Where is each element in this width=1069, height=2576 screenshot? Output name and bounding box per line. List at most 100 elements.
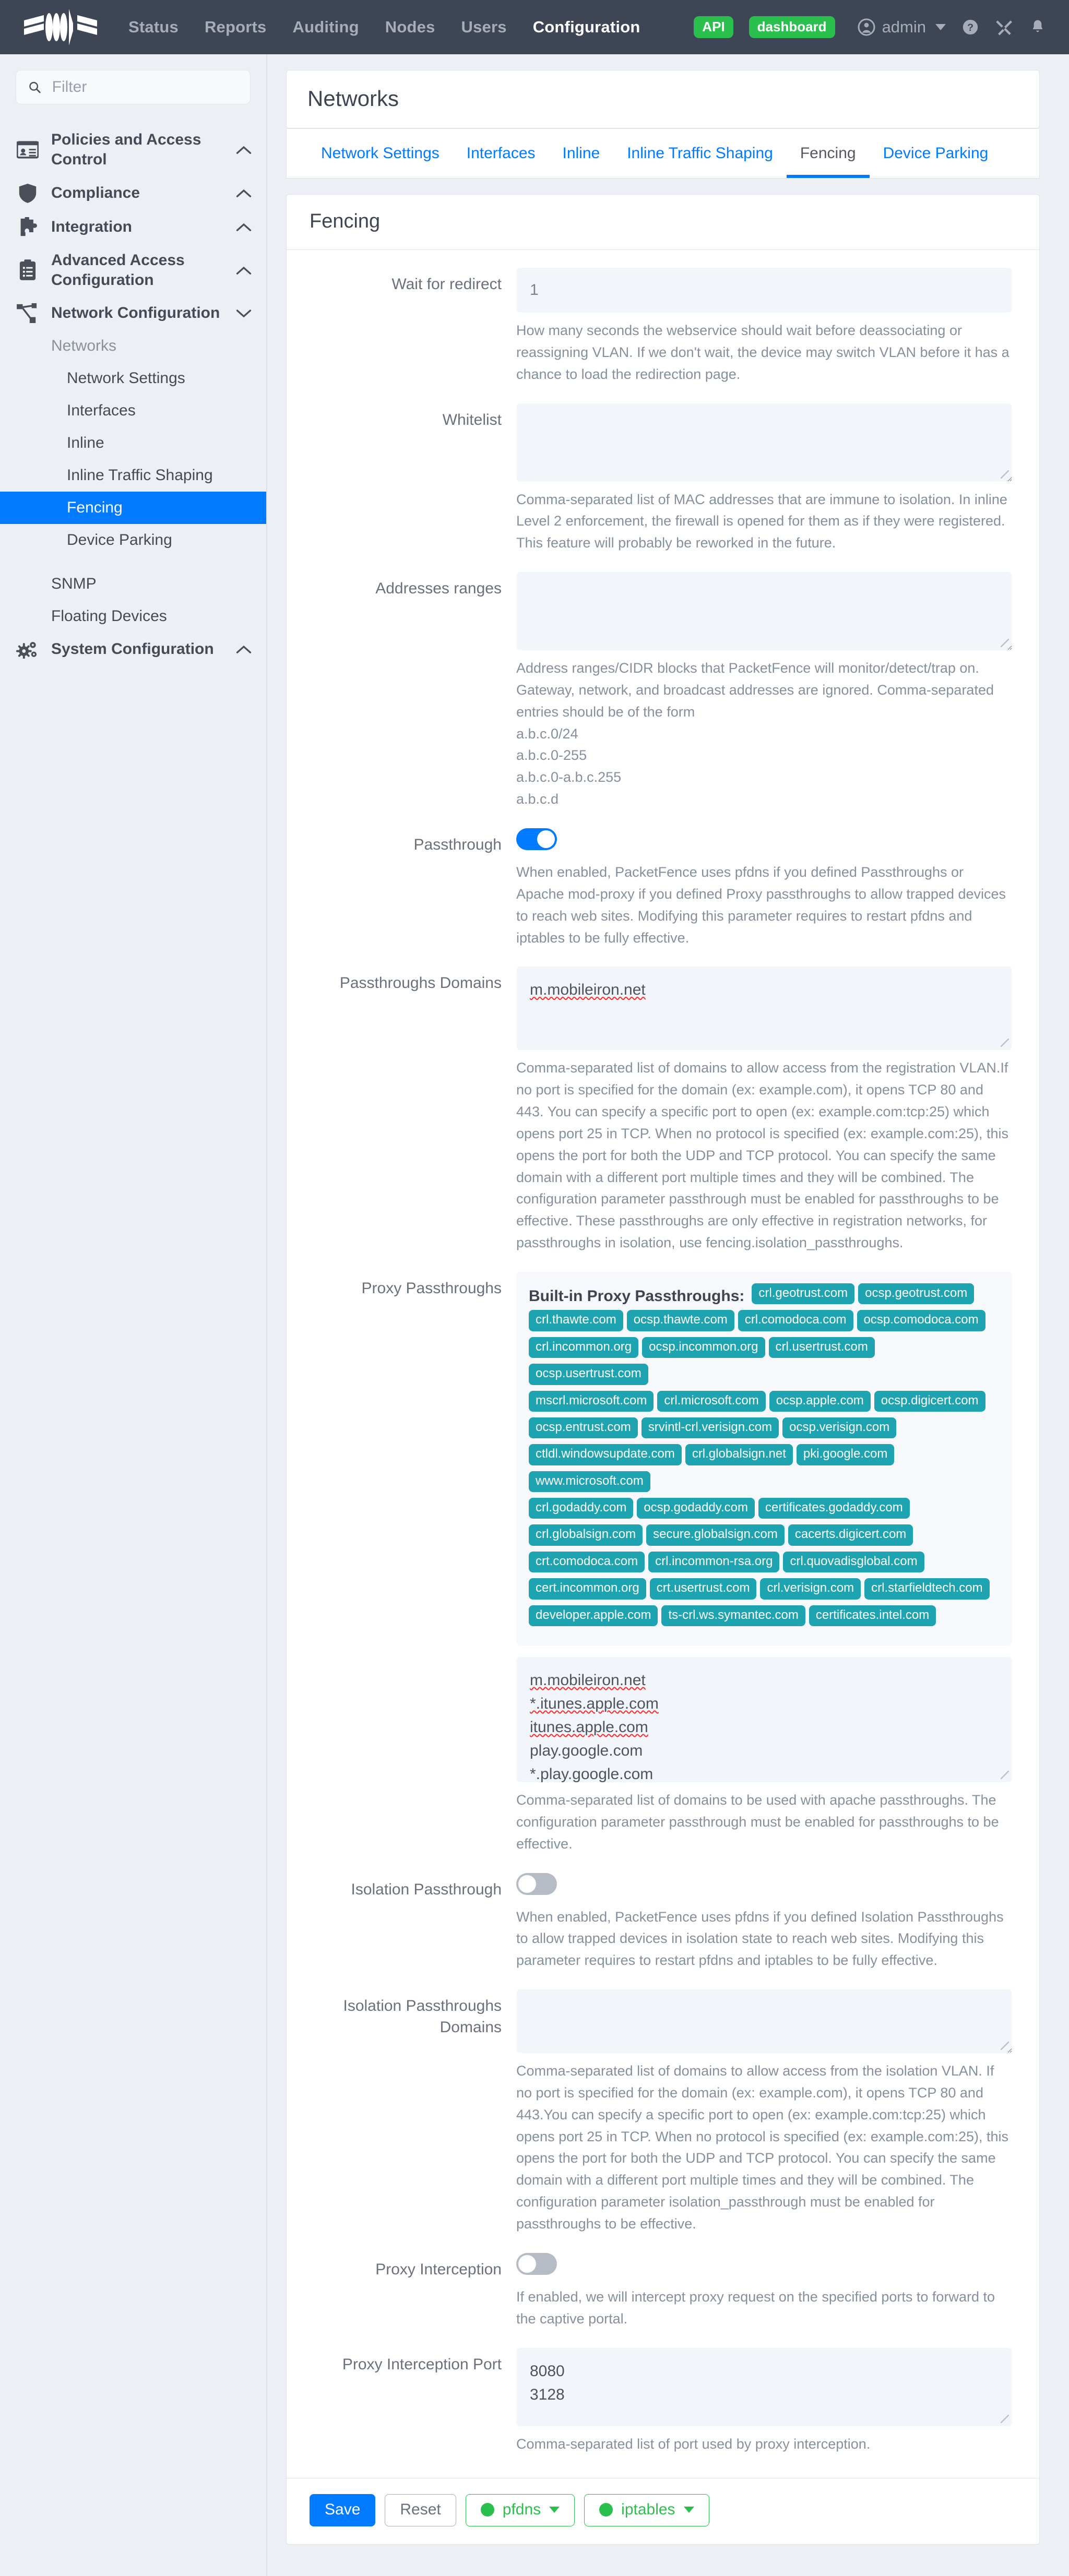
sidebar-group-network-configuration[interactable]: Network Configuration: [0, 296, 266, 330]
sidebar-item-inline[interactable]: Inline: [0, 427, 266, 459]
tools-icon[interactable]: [995, 18, 1014, 37]
service-button-pfdns[interactable]: pfdns: [465, 2494, 575, 2527]
user-circle-icon: [858, 18, 875, 36]
passthrough-badge: crl.microsoft.com: [657, 1390, 766, 1412]
nav-link-nodes[interactable]: Nodes: [385, 18, 435, 37]
field-help: When enabled, PacketFence uses pfdns if …: [516, 1909, 1004, 1969]
chevron-up-icon: [235, 145, 253, 154]
passthrough-badge: ocsp.godaddy.com: [637, 1498, 755, 1519]
sidebar-item-fencing[interactable]: Fencing: [0, 492, 266, 524]
tab-interfaces[interactable]: Interfaces: [453, 129, 549, 178]
save-button[interactable]: Save: [310, 2494, 376, 2527]
wait-for-redirect-input[interactable]: [516, 268, 1012, 313]
top-navigation-bar: Status Reports Auditing Nodes Users Conf…: [0, 0, 1069, 54]
id-card-icon: [16, 140, 40, 159]
sidebar-item-snmp[interactable]: SNMP: [0, 568, 266, 600]
sidebar-item-floating-devices[interactable]: Floating Devices: [0, 600, 266, 633]
passthrough-badge: certificates.godaddy.com: [758, 1498, 910, 1519]
sidebar-item-device-parking[interactable]: Device Parking: [0, 524, 266, 556]
field-help: Comma-separated list of port used by pro…: [516, 2436, 871, 2452]
field-label: Whitelist: [442, 411, 502, 428]
toggle-knob: [537, 830, 555, 848]
main-content: Networks Network Settings Interfaces Inl…: [267, 54, 1069, 2576]
sidebar: Policies and Access Control Compliance I…: [0, 54, 267, 2576]
chevron-up-icon: [235, 645, 253, 654]
bell-icon[interactable]: [1029, 18, 1046, 36]
sidebar-group-label: Network Configuration: [51, 304, 220, 322]
sidebar-item-inline-traffic-shaping[interactable]: Inline Traffic Shaping: [0, 459, 266, 492]
passthrough-badge: crl.globalsign.com: [529, 1524, 643, 1546]
passthrough-badge: ocsp.usertrust.com: [529, 1364, 648, 1385]
passthrough-badge: ocsp.digicert.com: [874, 1390, 985, 1412]
chevron-up-icon: [235, 222, 253, 232]
packetfence-logo[interactable]: [23, 8, 101, 46]
tab-inline-traffic-shaping[interactable]: Inline Traffic Shaping: [613, 129, 787, 178]
builtin-proxy-passthroughs-box: Built-in Proxy Passthroughs: crl.geotrust…: [516, 1271, 1012, 1646]
nav-link-configuration[interactable]: Configuration: [533, 18, 640, 37]
nav-link-auditing[interactable]: Auditing: [292, 18, 359, 37]
isolation-passthrough-toggle[interactable]: [516, 1873, 557, 1895]
field-passthrough: Passthrough When enabled, PacketFence us…: [287, 828, 1039, 949]
tab-inline[interactable]: Inline: [549, 129, 614, 178]
api-status-badge[interactable]: API: [694, 16, 733, 38]
service-label: pfdns: [502, 2501, 541, 2519]
sidebar-filter[interactable]: [16, 70, 251, 104]
puzzle-icon: [16, 217, 40, 237]
passthrough-badge: crl.starfieldtech.com: [864, 1578, 990, 1600]
passthrough-badge: developer.apple.com: [529, 1605, 658, 1627]
isolation-passthroughs-domains-textarea[interactable]: [516, 1989, 1012, 2054]
passthrough-badge: ocsp.geotrust.com: [858, 1283, 975, 1305]
proxy-interception-toggle[interactable]: [516, 2252, 557, 2275]
chevron-up-icon: [235, 266, 253, 275]
addresses-ranges-textarea[interactable]: [516, 572, 1012, 651]
passthrough-toggle[interactable]: [516, 828, 557, 850]
chevron-up-icon: [235, 188, 253, 198]
sidebar-group-advanced-access-configuration[interactable]: Advanced Access Configuration: [0, 244, 266, 296]
passthrough-badge: pki.google.com: [796, 1444, 895, 1465]
user-menu[interactable]: admin: [857, 18, 946, 37]
field-addresses-ranges: Addresses ranges Address ranges/CIDR blo…: [287, 572, 1039, 810]
nav-link-reports[interactable]: Reports: [205, 18, 267, 37]
sidebar-group-system-configuration[interactable]: System Configuration: [0, 633, 266, 666]
passthroughs-domains-textarea[interactable]: m.mobileiron.net: [516, 967, 1012, 1051]
passthrough-badge: crl.comodoca.com: [738, 1310, 853, 1331]
whitelist-textarea[interactable]: [516, 403, 1012, 482]
sidebar-group-policies-and-access-control[interactable]: Policies and Access Control: [0, 123, 266, 176]
chevron-down-icon: [683, 2507, 694, 2513]
field-help: When enabled, PacketFence uses pfdns if …: [516, 864, 1006, 946]
sidebar-group-integration[interactable]: Integration: [0, 210, 266, 244]
passthrough-badge: crt.comodoca.com: [529, 1551, 645, 1573]
passthrough-badge: ocsp.incommon.org: [642, 1337, 765, 1358]
sidebar-filter-input[interactable]: [51, 78, 239, 97]
field-help: How many seconds the webservice should w…: [516, 323, 1009, 382]
dashboard-status-badge[interactable]: dashboard: [749, 16, 835, 38]
field-label: Passthroughs Domains: [339, 974, 502, 992]
port-entry: 8080: [530, 2362, 565, 2380]
tab-fencing[interactable]: Fencing: [786, 129, 870, 178]
sidebar-item-network-settings[interactable]: Network Settings: [0, 362, 266, 395]
top-nav-right-cluster: API dashboard admin ?: [694, 16, 1046, 38]
tab-network-settings[interactable]: Network Settings: [307, 129, 453, 178]
help-icon[interactable]: ?: [961, 18, 979, 36]
sidebar-item-interfaces[interactable]: Interfaces: [0, 395, 266, 427]
passthrough-badge: crl.incommon.org: [529, 1337, 639, 1358]
passthrough-badge: www.microsoft.com: [529, 1471, 650, 1493]
passthrough-badge: ocsp.verisign.com: [782, 1417, 897, 1439]
passthrough-badge: ocsp.thawte.com: [626, 1310, 734, 1331]
field-label: Passthrough: [413, 836, 502, 853]
reset-button[interactable]: Reset: [385, 2494, 456, 2527]
field-wait-for-redirect: Wait for redirect How many seconds the w…: [287, 268, 1039, 386]
tab-device-parking[interactable]: Device Parking: [870, 129, 1002, 178]
nav-link-status[interactable]: Status: [128, 18, 179, 37]
passthrough-badge: cert.incommon.org: [529, 1578, 646, 1600]
proxy-passthroughs-textarea[interactable]: m.mobileiron.net *.itunes.apple.com itun…: [516, 1657, 1012, 1783]
field-label: Addresses ranges: [375, 580, 502, 598]
fencing-settings-card: Fencing Wait for redirect How many secon…: [286, 194, 1040, 2545]
nav-link-users[interactable]: Users: [461, 18, 507, 37]
sidebar-group-compliance[interactable]: Compliance: [0, 176, 266, 210]
field-help: Comma-separated list of domains to be us…: [516, 1792, 999, 1852]
svg-text:?: ?: [967, 22, 973, 33]
proxy-interception-port-textarea[interactable]: 8080 3128: [516, 2347, 1012, 2426]
service-button-iptables[interactable]: iptables: [584, 2494, 709, 2527]
field-proxy-passthroughs: Proxy Passthroughs Built-in Proxy Passth…: [287, 1271, 1039, 1855]
